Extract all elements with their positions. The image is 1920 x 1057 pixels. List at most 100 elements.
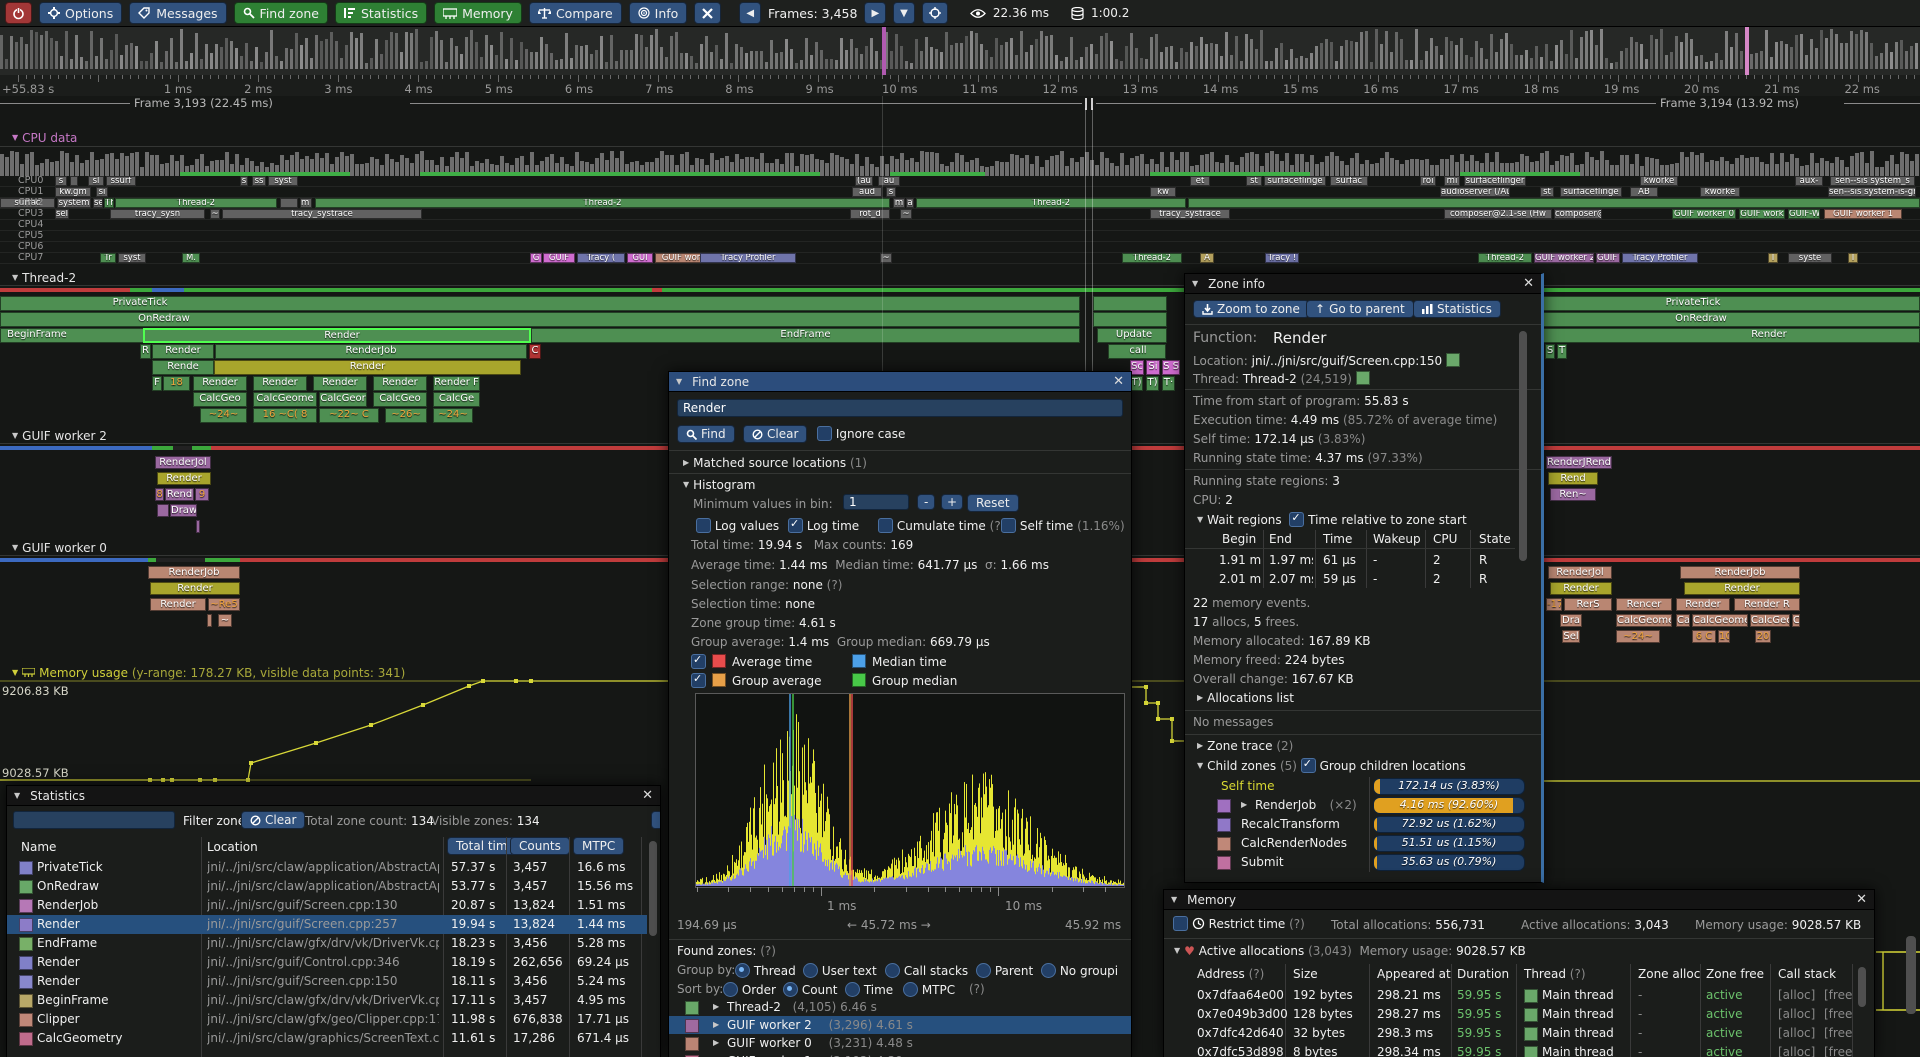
timeline-zone[interactable]: 16 ~C( 8 [253,408,317,423]
timeline-zone[interactable]: T· [1162,376,1175,391]
memory-titlebar[interactable]: ▼Memory✕ [1164,890,1874,910]
timeline-zone[interactable]: 8 [155,488,164,501]
group-by-option[interactable]: User text [803,963,877,978]
column-zone-free[interactable]: Zone free [1706,967,1764,981]
cpu-zone[interactable]: roi [1420,176,1436,186]
thread-value[interactable]: Thread-2 [1243,372,1297,386]
filter-input[interactable] [13,811,175,829]
timeline-zone[interactable]: ~26~ [385,408,427,423]
timeline-zone[interactable]: ~22~ C [319,408,379,423]
statistics-row[interactable]: Renderjni/../jni/src/guif/Screen.cpp:150… [7,972,647,991]
thread-header[interactable]: ▼GUIF worker 0 [12,541,107,555]
statistics-titlebar[interactable]: ▼Statistics✕ [7,786,660,806]
sort-counts-button[interactable]: Counts [510,837,570,855]
timeline-zone[interactable]: Si [1146,360,1160,375]
legend-checkbox[interactable] [691,654,706,669]
bin-minus-button[interactable]: - [917,494,935,510]
statistics-row[interactable]: PrivateTickjni/../jni/src/claw/applicati… [7,858,647,877]
cpu-zone[interactable]: mi [1444,176,1460,186]
callstack-free-link[interactable]: [free [1824,1045,1852,1057]
help-icon[interactable]: (?) [969,982,985,996]
cpu-zone[interactable]: se [93,198,103,208]
group-by-option[interactable]: No groupi [1041,963,1118,978]
timeline-zone[interactable]: 9 [195,488,209,501]
cpu-zone[interactable]: kworke [1700,187,1740,197]
cpu-zone[interactable]: GUIF work [1739,209,1785,219]
timeline-zone[interactable]: T) [1146,376,1159,391]
close-icon[interactable]: ✕ [1523,276,1534,291]
timeline-zone[interactable]: T [1557,344,1567,359]
timeline-zone[interactable]: ~24~ [1616,630,1660,643]
timeline-zone[interactable]: C [1792,614,1800,627]
cpu-zone[interactable]: (au [855,176,873,186]
timeline-zone[interactable]: Render [1684,582,1800,595]
child-zone-bar[interactable]: 72.92 us (1.62%) [1373,816,1525,833]
timeline-zone[interactable]: Ca [1676,614,1690,627]
cpu-zone[interactable]: GUIF worker 0 [1672,209,1736,219]
statistics-row[interactable]: CalcGeometryjni/../jni/src/claw/graphics… [7,1029,647,1048]
timeline-zone[interactable] [207,614,212,627]
callstack-free-link[interactable]: [free [1824,1026,1852,1040]
legend-checkbox[interactable] [691,673,706,688]
child-zone-row[interactable]: CalcRenderNodes51.51 us (1.15%) [1185,834,1535,853]
cpu-zone[interactable]: m a [300,198,312,208]
cpu-zone[interactable]: GUIF worker 1 [1824,209,1902,219]
cpu-zone[interactable]: ssurf [106,176,136,186]
timeline-zone[interactable] [196,520,200,533]
wait-regions-header[interactable]: Wait regions [1207,513,1282,527]
timeline-zone[interactable]: Render [1676,598,1730,611]
timeline-zone[interactable]: RenderJol [1548,566,1612,579]
cpu-zone[interactable]: si [96,187,108,197]
bin-reset-button[interactable]: Reset [967,494,1019,512]
allocations-list-header[interactable]: Allocations list [1207,691,1294,705]
timeline-zone[interactable]: Render [150,582,240,595]
timeline-zone[interactable]: Render [1550,582,1612,595]
statistics-row[interactable]: Renderjni/../jni/src/guif/Control.cpp:34… [7,953,647,972]
column-duration[interactable]: Duration [1457,967,1509,981]
min-bin-input[interactable] [843,494,909,510]
memory-scrollbar[interactable] [1858,967,1866,1007]
zone-statistics-button[interactable]: Statistics [1413,300,1501,318]
cpu-zone[interactable]: Thread-2 [916,198,1186,208]
cpu-zone[interactable]: G [530,253,542,263]
timeline-zone[interactable]: Render F [433,376,480,391]
timeline-zone[interactable]: Render [214,360,521,375]
timeline-zone[interactable]: Render [150,598,206,611]
cpu-zone[interactable]: syste [1788,253,1832,263]
cpu-zone[interactable]: rot_d [850,209,890,219]
cpu-zone[interactable]: sel [55,209,69,219]
timeline-zone[interactable]: C [529,344,541,359]
child-zone-bar[interactable]: 4.16 ms (92.60%) [1373,797,1525,814]
timeline-zone[interactable]: call [1108,344,1166,359]
matched-source-locations[interactable]: Matched source locations [693,456,846,470]
cpu-zone[interactable]: system [57,198,91,208]
cpu-zone[interactable]: syst [268,176,298,186]
cpu-zone[interactable]: tracy_systrace [1150,209,1230,219]
cpu-zone[interactable]: kw [1150,187,1176,197]
cpu-zone[interactable]: surfaceflinger [1464,176,1526,186]
timeline-zone[interactable] [1093,312,1167,327]
callstack-alloc-link[interactable]: [alloc] [1778,1045,1815,1057]
column-zone-alloc[interactable]: Zone alloc [1638,967,1700,981]
timeline-zone[interactable]: Render [253,376,307,391]
child-zone-bar[interactable]: 51.51 us (1.15%) [1373,835,1525,852]
cpu-zone[interactable]: M. [182,253,200,263]
location-value[interactable]: jni/../jni/src/guif/Screen.cpp:150 [1252,354,1443,368]
timeline-zone[interactable]: Rencer [1616,598,1672,611]
sort-mtpc-button[interactable]: MTPC [573,837,624,855]
cpu-zone[interactable]: composer@ [1554,209,1602,219]
cpu-zone[interactable]: Tracy Profiler [700,253,796,263]
timeline-zone[interactable] [157,504,169,517]
log-time-checkbox[interactable] [788,518,803,533]
found-zone-row[interactable]: ▶GUIF worker 0(3,231) 4.48 s [669,1034,1131,1052]
main-scrollbar[interactable] [1906,936,1916,1014]
timeline-zone[interactable]: CalcGeo [1750,614,1790,627]
callstack-alloc-link[interactable]: [alloc] [1778,1026,1815,1040]
cpu-zone[interactable]: syst [118,253,146,263]
cpu-zone[interactable]: Thre [104,198,114,208]
timeline-zone[interactable]: Sc [1130,360,1144,375]
cpu-zone[interactable]: surfac [1330,176,1368,186]
cpu-zone[interactable]: kworke [1640,176,1678,186]
timeline-zone[interactable]: CalcGeor [319,392,367,407]
statistics-row[interactable]: OnRedrawjni/../jni/src/claw/application/… [7,877,647,896]
